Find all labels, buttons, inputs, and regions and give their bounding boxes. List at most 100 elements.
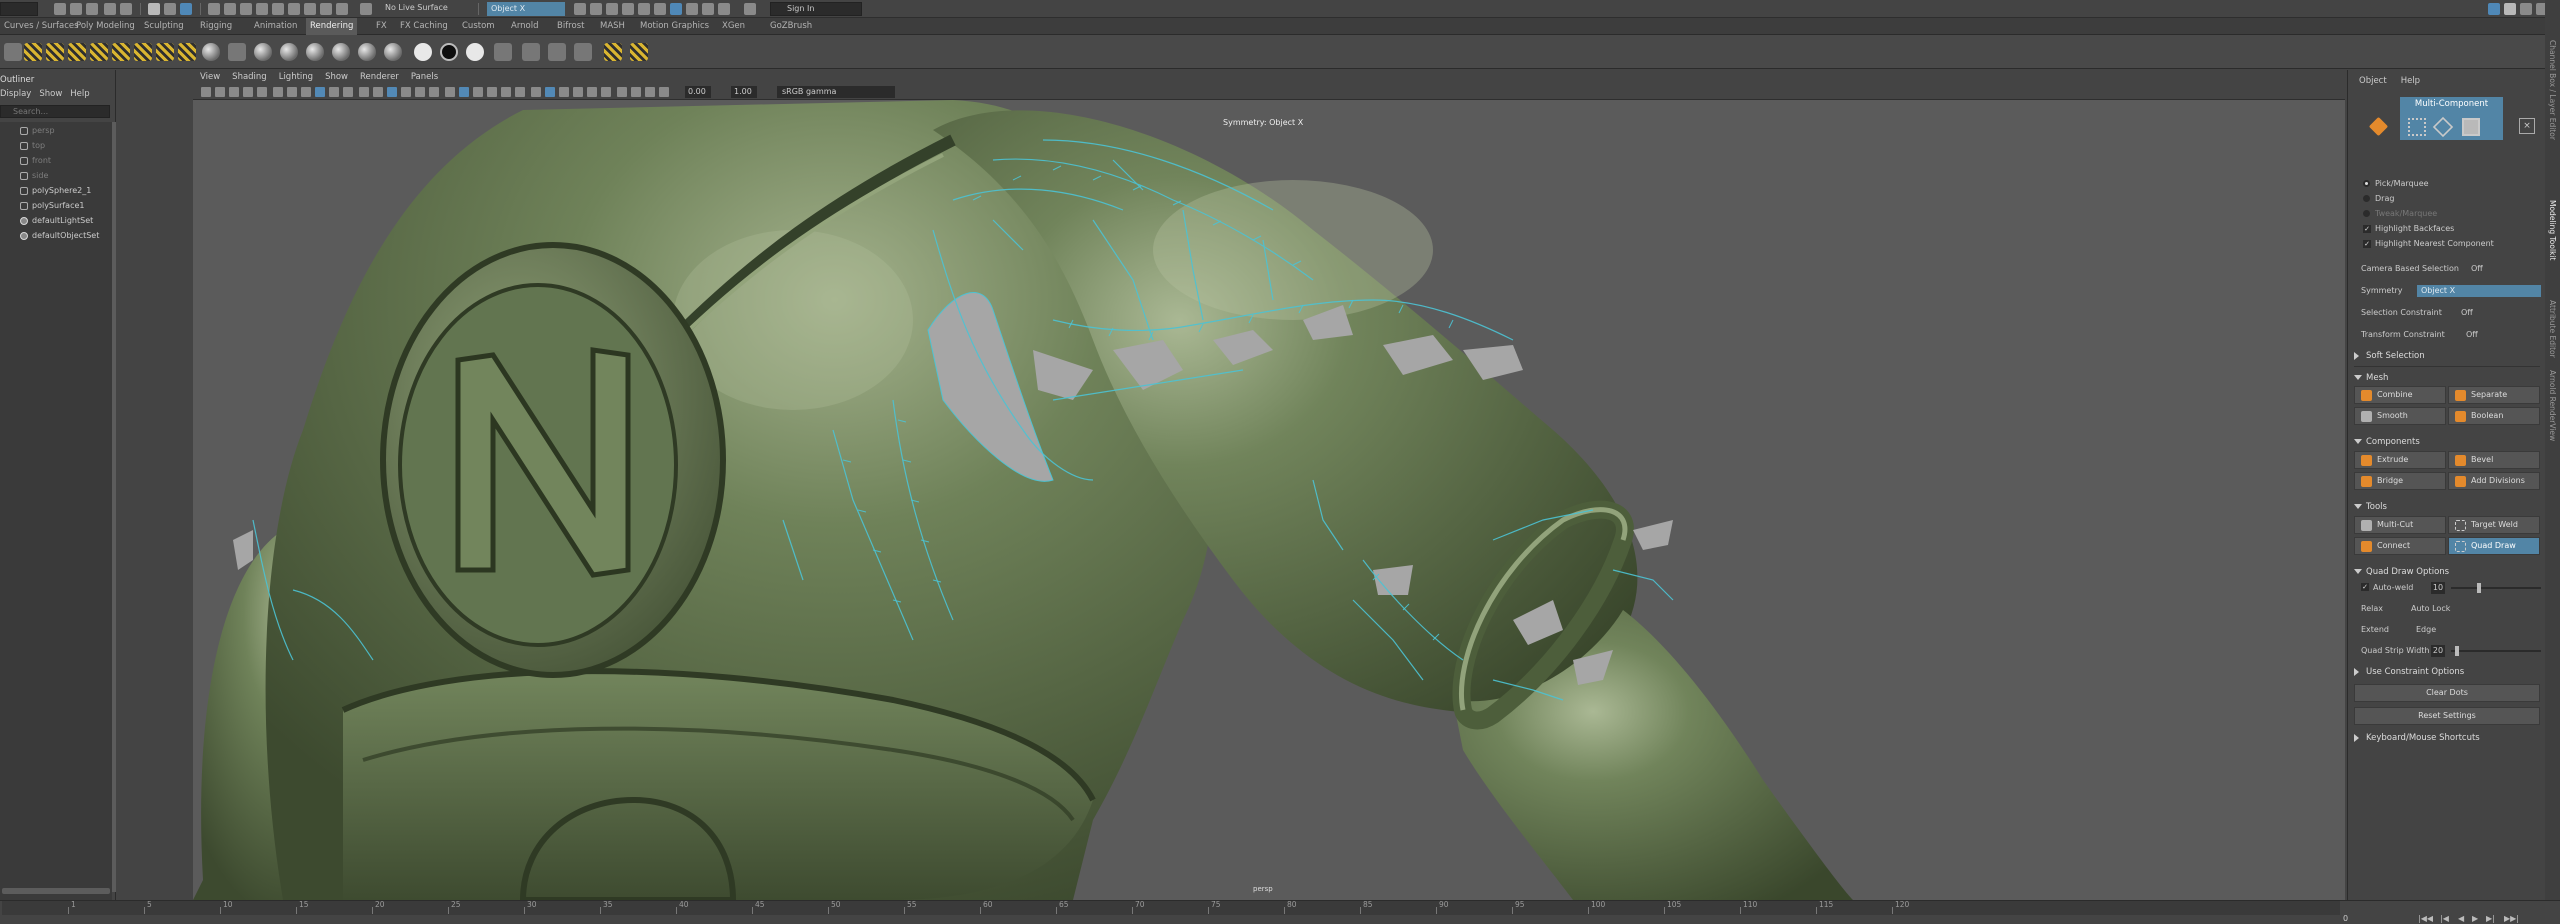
quad-strip-width-slider[interactable] [2451, 646, 2541, 656]
separate-button[interactable]: Separate [2448, 386, 2540, 404]
viewport-toolbar-icon[interactable] [445, 87, 455, 97]
camera-based-selection-value[interactable]: Off [2471, 262, 2483, 276]
auto-weld-value[interactable]: 10 [2431, 582, 2445, 594]
shelf-tool-icon[interactable] [112, 43, 130, 61]
viewport-toolbar-icon[interactable] [329, 87, 339, 97]
shelf-tool-icon[interactable] [178, 43, 196, 61]
mesh-section[interactable]: Mesh [2354, 372, 2388, 384]
stop-icon[interactable] [718, 3, 730, 15]
outliner-item[interactable]: defaultLightSet [0, 214, 93, 228]
side-tab[interactable]: Attribute Editor [2548, 300, 2557, 358]
shelf-tab[interactable]: Bifrost [553, 18, 588, 35]
render-shelf-icon[interactable] [548, 43, 566, 61]
render-settings-icon[interactable] [622, 3, 634, 15]
snap-curve-icon[interactable] [224, 3, 236, 15]
light-icon[interactable] [604, 43, 622, 61]
outliner-item[interactable]: front [0, 154, 51, 168]
outliner-item[interactable]: defaultObjectSet [0, 229, 99, 243]
auto-weld-checkbox[interactable]: ✓ [2361, 583, 2369, 591]
auto-weld-slider[interactable] [2451, 583, 2541, 593]
relax-dropdown[interactable]: Auto Lock [2411, 602, 2450, 616]
extrude-button[interactable]: Extrude [2354, 451, 2446, 469]
light-editor-icon[interactable] [654, 3, 666, 15]
outliner-item[interactable]: polySurface1 [0, 199, 85, 213]
viewport-toolbar-icon[interactable] [201, 87, 211, 97]
soft-selection-section[interactable]: Soft Selection [2354, 350, 2425, 362]
add-divisions-button[interactable]: Add Divisions [2448, 472, 2540, 490]
viewport-toolbar-icon[interactable] [359, 87, 369, 97]
white-shader-icon[interactable] [414, 43, 432, 61]
select-by-object-icon[interactable] [164, 3, 176, 15]
shelf-tool-icon[interactable] [90, 43, 108, 61]
shelf-tab[interactable]: Poly Modeling [72, 18, 139, 35]
boolean-button[interactable]: Boolean [2448, 407, 2540, 425]
transform-constraint-value[interactable]: Off [2466, 328, 2478, 342]
shelf-tab[interactable]: Rigging [196, 18, 236, 35]
viewport-toolbar-icon[interactable] [645, 87, 655, 97]
viewport-menu-panels[interactable]: Panels [411, 70, 438, 84]
selection-option[interactable]: ✓ Highlight Backfaces [2363, 223, 2454, 235]
viewport-toolbar-icon[interactable] [659, 87, 669, 97]
gamma-field[interactable]: 1.00 [731, 86, 757, 98]
snap-icon[interactable] [304, 3, 316, 15]
selection-constraint-value[interactable]: Off [2461, 306, 2473, 320]
transform-constraint-row[interactable]: Transform Constraint Off [2361, 328, 2541, 342]
shelf-tab[interactable]: Arnold [507, 18, 543, 35]
shelf-menu-icon[interactable] [4, 43, 22, 61]
shelf-tab[interactable]: GoZBrush [766, 18, 816, 35]
slider-knob[interactable] [2476, 583, 2481, 593]
viewport-toolbar-icon[interactable] [473, 87, 483, 97]
viewport-toolbar-icon[interactable] [617, 87, 627, 97]
outliner-item[interactable]: side [0, 169, 48, 183]
new-scene-icon[interactable] [54, 3, 66, 15]
viewport-toolbar-icon[interactable] [257, 87, 267, 97]
radio-button[interactable] [2363, 210, 2370, 217]
toggle-attribute-editor-icon[interactable] [2504, 3, 2516, 15]
outliner-horizontal-scrollbar[interactable] [2, 888, 110, 894]
viewport-toolbar-icon[interactable] [343, 87, 353, 97]
current-frame-field[interactable]: 0 [2343, 914, 2348, 923]
viewport-toolbar-icon[interactable] [545, 87, 555, 97]
go-to-end-icon[interactable]: ▶▶| [2504, 914, 2519, 923]
open-scene-icon[interactable] [70, 3, 82, 15]
toggle-tool-settings-icon[interactable] [2520, 3, 2532, 15]
components-section[interactable]: Components [2354, 436, 2420, 448]
outliner-item[interactable]: top [0, 139, 45, 153]
viewport-toolbar-icon[interactable] [229, 87, 239, 97]
outliner-scrollbar[interactable] [112, 122, 116, 892]
viewport-toolbar-icon[interactable] [459, 87, 469, 97]
outliner-search-input[interactable]: Search... [0, 105, 110, 118]
pause-icon[interactable] [702, 3, 714, 15]
radio-button[interactable] [2363, 180, 2370, 187]
viewport-toolbar-icon[interactable] [373, 87, 383, 97]
3d-scene-canvas[interactable] [193, 100, 2345, 900]
play-forwards-icon[interactable]: ▶ [2472, 914, 2478, 923]
vertex-mode-icon[interactable] [2408, 118, 2426, 136]
symmetry-dropdown[interactable]: Object X [2417, 285, 2541, 297]
extend-dropdown[interactable]: Edge [2416, 623, 2436, 637]
viewport-menu-shading[interactable]: Shading [232, 70, 267, 84]
step-forward-icon[interactable]: ▶| [2486, 914, 2495, 923]
shelf-tab[interactable]: Motion Graphics [636, 18, 713, 35]
select-by-hierarchy-icon[interactable] [148, 3, 160, 15]
step-back-icon[interactable]: |◀ [2440, 914, 2449, 923]
reset-settings-button[interactable]: Reset Settings [2354, 707, 2540, 725]
render-shelf-icon[interactable] [522, 43, 540, 61]
live-surface-label[interactable]: No Live Surface [385, 3, 448, 12]
render-view-icon[interactable] [590, 3, 602, 15]
black-shader-icon[interactable] [440, 43, 458, 61]
save-scene-icon[interactable] [86, 3, 98, 15]
viewport-toolbar-icon[interactable] [631, 87, 641, 97]
outliner-menu-help[interactable]: Help [70, 89, 89, 101]
shelf-tool-icon[interactable] [68, 43, 86, 61]
viewport-toolbar-icon[interactable] [415, 87, 425, 97]
sign-in-button[interactable]: Sign In [770, 2, 862, 16]
quad-strip-width-value[interactable]: 20 [2431, 645, 2445, 657]
selection-option[interactable]: Pick/Marquee [2363, 178, 2429, 190]
clear-dots-button[interactable]: Clear Dots [2354, 684, 2540, 702]
hypershade-icon[interactable] [638, 3, 650, 15]
time-slider[interactable]: 1 5 10 15 20 25 30 35 40 45 50 55 60 65 70 75 80 85 90 95 10… [0, 900, 2560, 924]
selection-constraint-row[interactable]: Selection Constraint Off [2361, 306, 2541, 320]
construction-history-icon[interactable] [360, 3, 372, 15]
shelf-tool-icon[interactable] [24, 43, 42, 61]
